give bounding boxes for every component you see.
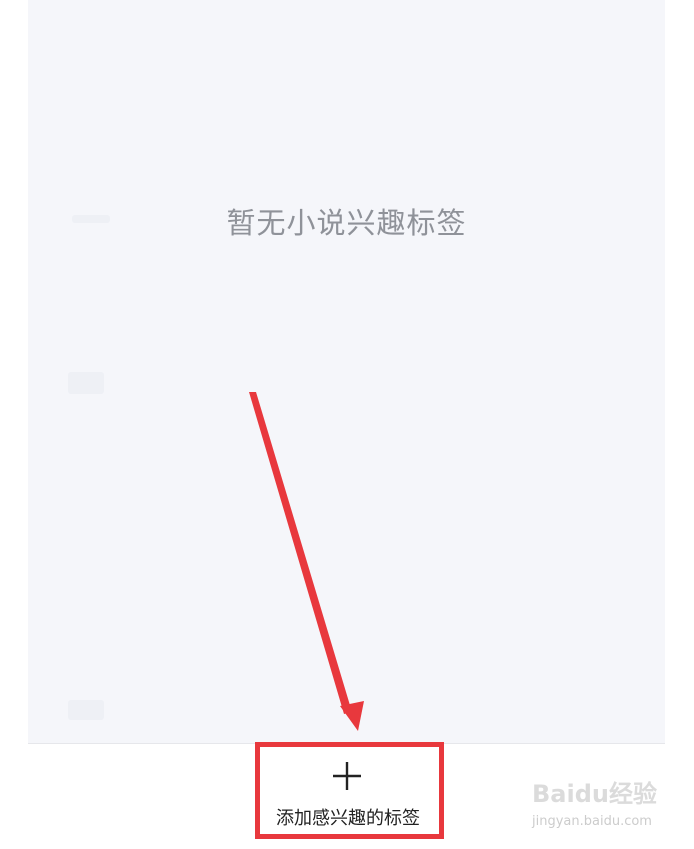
plus-icon [333, 762, 361, 790]
app-screen: 暂无小说兴趣标签 添加感兴趣的标签 [28, 0, 665, 840]
empty-state-message: 暂无小说兴趣标签 [226, 206, 467, 240]
add-interest-tag-button[interactable]: 添加感兴趣的标签 [255, 744, 441, 841]
placeholder-block [68, 700, 104, 720]
bottom-action-bar: 添加感兴趣的标签 [28, 743, 665, 840]
placeholder-block [68, 372, 104, 394]
page: 暂无小说兴趣标签 添加感兴趣的标签 Baidu经验 jingyan.baidu.… [0, 0, 694, 849]
add-interest-tag-label: 添加感兴趣的标签 [276, 808, 420, 829]
